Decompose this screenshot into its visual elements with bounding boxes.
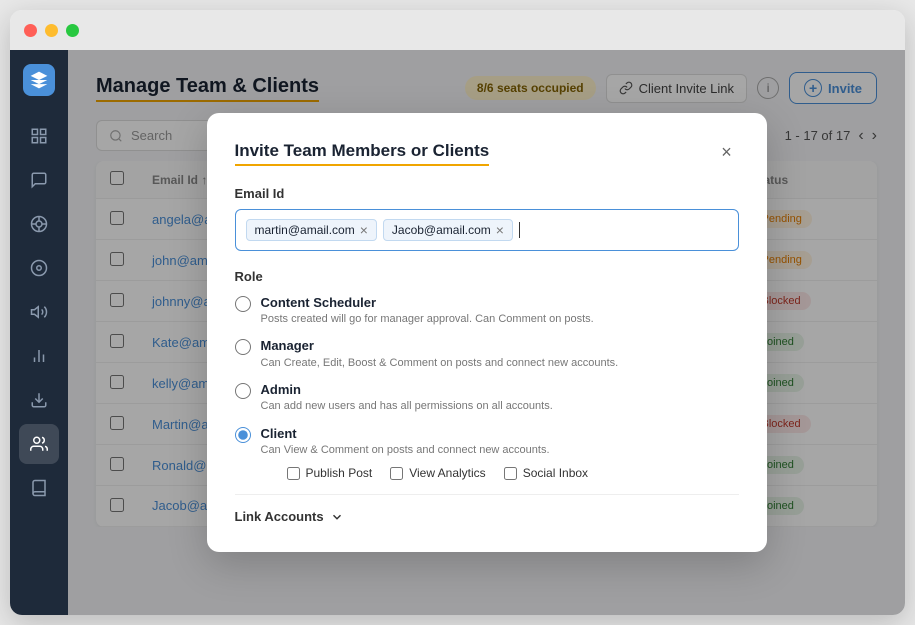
role-desc-content-scheduler: Posts created will go for manager approv… (261, 312, 594, 327)
social-inbox-checkbox[interactable] (504, 467, 517, 480)
link-accounts-button[interactable]: Link Accounts (235, 509, 739, 524)
sidebar-item-support[interactable] (19, 248, 59, 288)
role-desc-admin: Can add new users and has all permission… (261, 399, 553, 414)
role-desc-client: Can View & Comment on posts and connect … (261, 443, 739, 458)
view-analytics-label: View Analytics (409, 466, 485, 480)
modal-title: Invite Team Members or Clients (235, 141, 490, 166)
email-field-label: Email Id (235, 186, 739, 201)
sidebar (10, 50, 68, 615)
role-radio-client[interactable] (235, 427, 251, 443)
sidebar-item-library[interactable] (19, 468, 59, 508)
role-option-client: Client Can View & Comment on posts and c… (235, 425, 739, 481)
email-tag-martin: martin@amail.com × (246, 219, 377, 241)
social-inbox-option[interactable]: Social Inbox (504, 466, 588, 480)
email-tag-jacob: Jacob@amail.com × (383, 219, 513, 241)
role-radio-manager[interactable] (235, 339, 251, 355)
maximize-dot[interactable] (66, 24, 79, 37)
role-name-admin: Admin (261, 381, 553, 399)
sidebar-item-team[interactable] (19, 424, 59, 464)
main-content: Manage Team & Clients 8/6 seats occupied… (68, 50, 905, 615)
chevron-down-icon (330, 510, 344, 524)
role-name-client: Client (261, 425, 739, 443)
browser-window: Manage Team & Clients 8/6 seats occupied… (10, 10, 905, 615)
modal-divider (235, 494, 739, 495)
client-options: Publish Post View Analytics Social Inbox (287, 466, 739, 480)
role-radio-admin[interactable] (235, 383, 251, 399)
modal-header: Invite Team Members or Clients × (235, 141, 739, 166)
social-inbox-label: Social Inbox (523, 466, 588, 480)
email-tag-value: Jacob@amail.com (392, 223, 491, 237)
role-desc-manager: Can Create, Edit, Boost & Comment on pos… (261, 356, 619, 371)
role-name-content-scheduler: Content Scheduler (261, 294, 594, 312)
publish-post-label: Publish Post (306, 466, 373, 480)
email-tag-jacob-remove[interactable]: × (496, 223, 504, 237)
invite-modal: Invite Team Members or Clients × Email I… (207, 113, 767, 552)
role-name-manager: Manager (261, 337, 619, 355)
sidebar-item-dashboard[interactable] (19, 116, 59, 156)
role-radio-content-scheduler[interactable] (235, 296, 251, 312)
role-option-content-scheduler: Content Scheduler Posts created will go … (235, 294, 739, 328)
email-tag-martin-remove[interactable]: × (360, 223, 368, 237)
role-option-admin: Admin Can add new users and has all perm… (235, 381, 739, 415)
link-accounts-label: Link Accounts (235, 509, 324, 524)
sidebar-item-inbox[interactable] (19, 160, 59, 200)
role-option-manager: Manager Can Create, Edit, Boost & Commen… (235, 337, 739, 371)
view-analytics-checkbox[interactable] (390, 467, 403, 480)
role-field-label: Role (235, 269, 739, 284)
sidebar-item-campaigns[interactable] (19, 292, 59, 332)
email-tag-value: martin@amail.com (255, 223, 355, 237)
sidebar-item-analytics[interactable] (19, 336, 59, 376)
title-bar (10, 10, 905, 50)
close-dot[interactable] (24, 24, 37, 37)
modal-close-button[interactable]: × (715, 141, 739, 165)
modal-overlay[interactable]: Invite Team Members or Clients × Email I… (68, 50, 905, 615)
view-analytics-option[interactable]: View Analytics (390, 466, 485, 480)
cursor (519, 222, 520, 238)
minimize-dot[interactable] (45, 24, 58, 37)
app-logo (23, 64, 55, 96)
sidebar-item-download[interactable] (19, 380, 59, 420)
sidebar-item-network[interactable] (19, 204, 59, 244)
publish-post-option[interactable]: Publish Post (287, 466, 373, 480)
app-layout: Manage Team & Clients 8/6 seats occupied… (10, 50, 905, 615)
publish-post-checkbox[interactable] (287, 467, 300, 480)
email-input-container[interactable]: martin@amail.com × Jacob@amail.com × (235, 209, 739, 251)
